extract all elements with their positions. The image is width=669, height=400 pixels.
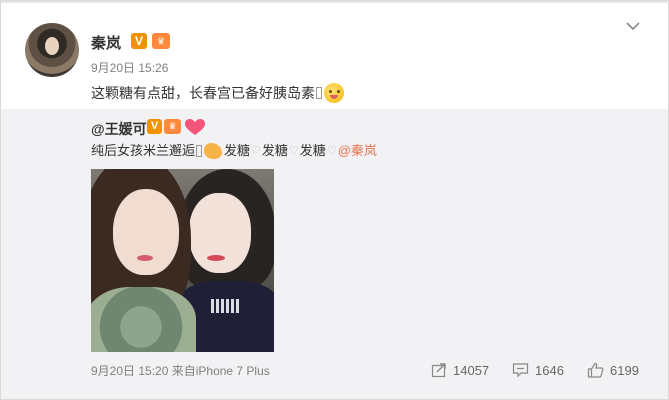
comment-button[interactable]: 1646	[512, 360, 564, 380]
small-heart-icon: ♡	[251, 145, 261, 157]
unknown-char-icon	[196, 145, 203, 157]
author-avatar[interactable]	[25, 23, 79, 77]
unknown-char-icon	[316, 87, 322, 99]
comment-icon	[512, 363, 529, 378]
comment-count: 1646	[535, 362, 564, 378]
thumbs-up-icon	[587, 362, 604, 378]
author-name[interactable]: 秦岚	[91, 32, 121, 53]
repost-verified-icon[interactable]: V	[147, 119, 162, 134]
tongue-emoji-icon	[324, 83, 344, 103]
top-border	[1, 1, 669, 3]
post-time[interactable]: 9月20日 15:26	[91, 59, 168, 76]
repost-text-prefix: 纯后女孩米兰邂逅	[91, 143, 196, 158]
like-count: 6199	[610, 362, 639, 378]
forward-icon	[431, 363, 446, 378]
weibo-card: 秦岚 V ♛ 9月20日 15:26 这颗糖有点甜，长春宫已备好胰岛素 @王媛可…	[0, 0, 669, 400]
repost-text: 纯后女孩米兰邂逅 发糖 ♡ 发糖 ♡ 发糖 ♡ @秦岚	[91, 142, 377, 160]
repost-photo[interactable]	[91, 169, 274, 352]
repost-source[interactable]: 9月20日 15:20 来自iPhone 7 Plus	[91, 362, 270, 379]
forward-count: 14057	[453, 362, 490, 378]
mention-link[interactable]: @秦岚	[338, 142, 377, 160]
forward-button[interactable]: 14057	[431, 360, 489, 380]
post-content: 这颗糖有点甜，长春宫已备好胰岛素	[91, 83, 344, 103]
like-button[interactable]: 6199	[587, 360, 639, 380]
small-heart-icon: ♡	[326, 145, 337, 157]
repost-tag-1: 发糖	[224, 143, 251, 158]
repost-tag-3: 发糖	[299, 143, 326, 158]
chevron-down-icon[interactable]	[626, 21, 640, 31]
post-text: 这颗糖有点甜，长春宫已备好胰岛素	[91, 85, 315, 101]
repost-tag-2: 发糖	[261, 143, 288, 158]
small-heart-icon: ♡	[288, 145, 299, 157]
heart-icon[interactable]	[184, 118, 206, 136]
repost-author[interactable]: @王媛可	[91, 119, 147, 139]
repost-vip-icon[interactable]: ♛	[164, 119, 181, 134]
verified-icon[interactable]: V	[131, 33, 147, 49]
clap-emoji-icon	[204, 143, 223, 159]
vip-icon[interactable]: ♛	[152, 33, 170, 49]
